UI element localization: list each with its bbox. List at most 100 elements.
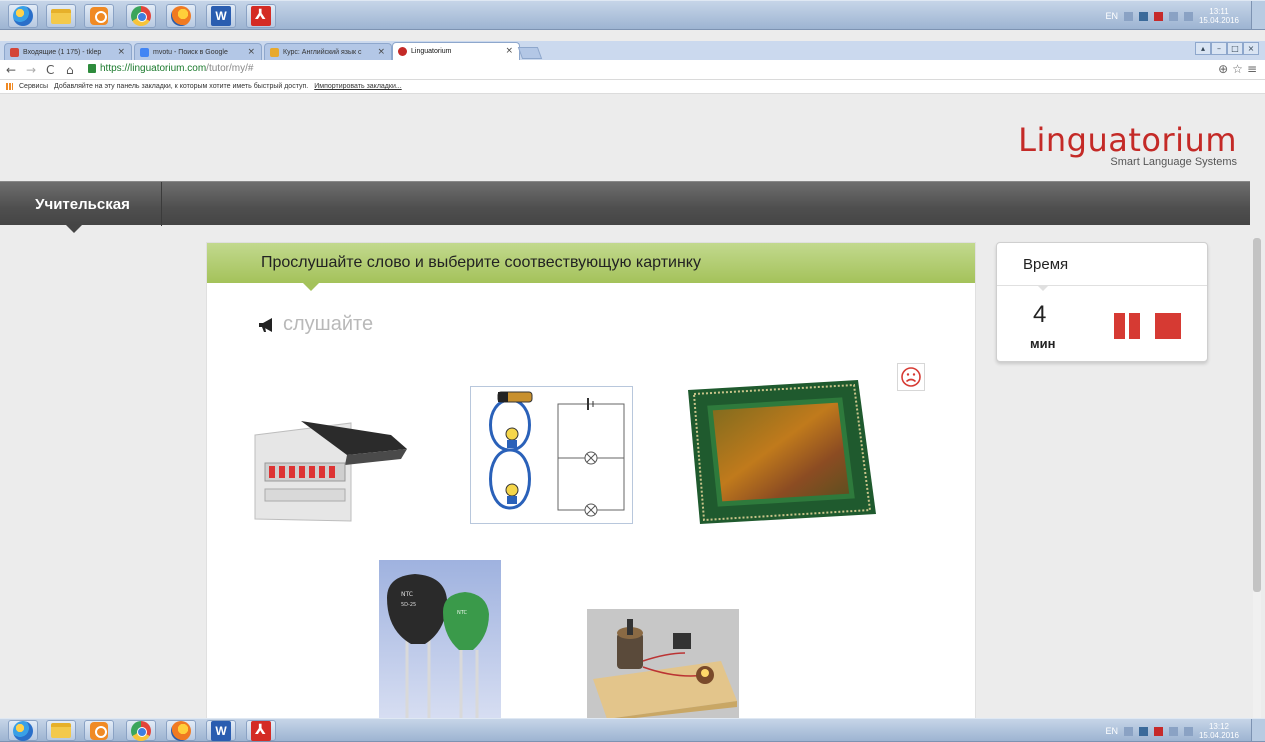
browser-tabstrip: Входящие (1 175) - tklep × mvotu - Поиск…	[0, 41, 1265, 60]
timer-title: Время	[997, 243, 1207, 291]
timer-unit: мин	[1030, 336, 1056, 351]
reload-icon[interactable]: C	[46, 63, 54, 77]
toolbar-right: ⊕ ☆ ≡	[1218, 62, 1257, 76]
nav-item-teachers-room[interactable]: Учительская	[4, 182, 162, 226]
tray-app-icon[interactable]	[1138, 11, 1148, 21]
media-player-icon	[90, 721, 108, 740]
taskbar-firefox-button[interactable]	[166, 720, 196, 741]
maximize-icon[interactable]: □	[1227, 42, 1243, 55]
page-scrollbar[interactable]	[1253, 238, 1261, 718]
tab-close-icon[interactable]: ×	[117, 47, 125, 57]
forward-icon[interactable]: →	[26, 63, 36, 77]
bookmark-star-icon[interactable]: ☆	[1232, 62, 1243, 76]
taskbar-word-button[interactable]: W	[206, 720, 236, 741]
acrobat-icon	[251, 720, 271, 741]
browser-tab[interactable]: mvotu - Поиск в Google ×	[134, 43, 262, 60]
taskbar-acrobat-button[interactable]	[246, 4, 276, 28]
pause-icon-bar	[1114, 313, 1125, 339]
tray-app-icon[interactable]	[1153, 11, 1163, 21]
thermistor-label-model: 5D-25	[401, 602, 416, 608]
tab-title: mvotu - Поиск в Google	[153, 48, 228, 56]
chrome-icon	[131, 6, 151, 26]
apps-grid-icon[interactable]	[6, 83, 13, 90]
bookmarks-bar: Сервисы Добавляйте на эту панель закладк…	[0, 80, 1265, 94]
timer-panel: Время 4 мин	[996, 242, 1208, 362]
network-icon[interactable]	[1168, 726, 1178, 736]
taskbar-media-button[interactable]	[84, 4, 114, 28]
distribution-board-image[interactable]	[251, 415, 411, 527]
volume-icon[interactable]	[1183, 11, 1193, 21]
browser-toolbar: ← → C ⌂ https://linguatorium.com/tutor/m…	[0, 60, 1265, 80]
browser-tab[interactable]: Курс: Английский язык с ×	[264, 43, 392, 60]
acrobat-icon	[251, 6, 271, 26]
listen-button[interactable]: слушайте	[257, 313, 373, 336]
site-logo[interactable]: Linguatorium Smart Language Systems	[1018, 122, 1237, 168]
taskbar-top: W EN 13:11 15.04.2016	[0, 0, 1265, 30]
exercise-instruction: Прослушайте слово и выберите соотвествую…	[207, 243, 975, 291]
tray-app-icon[interactable]	[1138, 726, 1148, 736]
dont-know-button[interactable]	[897, 363, 925, 391]
minimize-icon[interactable]: –	[1211, 42, 1227, 55]
language-indicator[interactable]: EN	[1105, 11, 1118, 21]
language-indicator[interactable]: EN	[1105, 726, 1118, 736]
stop-button[interactable]	[1155, 313, 1181, 339]
circuit-diagram-image[interactable]	[470, 386, 633, 524]
tab-close-icon[interactable]: ×	[377, 47, 385, 57]
volume-icon[interactable]	[1183, 726, 1193, 736]
gmail-icon	[10, 48, 19, 57]
nav-active-pointer	[66, 225, 82, 233]
firefox-icon	[171, 720, 191, 741]
url-path: /tutor/my/#	[206, 63, 254, 74]
tray-app-icon[interactable]	[1153, 726, 1163, 736]
tab-close-icon[interactable]: ×	[247, 47, 255, 57]
import-bookmarks-link[interactable]: Импортировать закладки...	[314, 83, 401, 90]
word-icon: W	[211, 6, 231, 26]
tray-arrow-icon[interactable]	[1123, 726, 1133, 736]
clock-time: 13:11	[1209, 7, 1229, 16]
media-player-icon	[90, 7, 108, 25]
back-icon[interactable]: ←	[6, 63, 16, 77]
tab-close-icon[interactable]: ×	[505, 46, 513, 56]
show-desktop-button[interactable]	[1251, 719, 1265, 741]
new-tab-button[interactable]	[517, 47, 543, 59]
ntc-thermistor-image[interactable]: NTC 5D-25 NTC	[379, 560, 501, 720]
show-desktop-button[interactable]	[1251, 1, 1265, 29]
taskbar-explorer-button[interactable]	[46, 720, 76, 741]
start-button[interactable]	[8, 720, 38, 741]
clock[interactable]: 13:11 15.04.2016	[1199, 7, 1239, 25]
browser-tab[interactable]: Входящие (1 175) - tklep ×	[4, 43, 132, 60]
close-window-icon[interactable]: ×	[1243, 42, 1259, 55]
home-icon[interactable]: ⌂	[66, 63, 74, 77]
zoom-icon[interactable]: ⊕	[1218, 62, 1228, 76]
start-button[interactable]	[8, 4, 38, 28]
network-icon[interactable]	[1168, 11, 1178, 21]
browser-tab-active[interactable]: Linguatorium ×	[392, 42, 520, 60]
megaphone-icon	[259, 317, 272, 332]
menu-icon[interactable]: ≡	[1247, 62, 1257, 76]
taskbar-acrobat-button[interactable]	[246, 720, 276, 741]
tab-title: Linguatorium	[411, 48, 452, 55]
logo-name: Linguatorium	[1018, 121, 1237, 159]
image-sensor-chip-image[interactable]	[682, 376, 880, 526]
tab-title: Курс: Английский язык с	[283, 48, 362, 56]
clock-date: 15.04.2016	[1198, 731, 1239, 740]
window-controls: ▴ – □ ×	[1195, 42, 1259, 55]
apps-link[interactable]: Сервисы	[19, 83, 48, 90]
motor-circuit-model-image[interactable]	[587, 609, 739, 721]
lock-icon	[88, 64, 96, 73]
taskbar-chrome-button[interactable]	[126, 720, 156, 741]
address-bar[interactable]: https://linguatorium.com/tutor/my/#	[88, 63, 253, 74]
system-tray: EN 13:12 15.04.2016	[1105, 722, 1239, 740]
tray-arrow-icon[interactable]	[1123, 11, 1133, 21]
taskbar-firefox-button[interactable]	[166, 4, 196, 28]
url-host: https://linguatorium.com	[100, 63, 207, 74]
user-icon[interactable]: ▴	[1195, 42, 1211, 55]
clock[interactable]: 13:12 15.04.2016	[1199, 722, 1239, 740]
taskbar-word-button[interactable]: W	[206, 4, 236, 28]
taskbar-chrome-button[interactable]	[126, 4, 156, 28]
pause-button[interactable]	[1114, 313, 1140, 339]
google-icon	[140, 48, 149, 57]
taskbar-media-button[interactable]	[84, 720, 114, 741]
scrollbar-thumb[interactable]	[1253, 238, 1261, 592]
taskbar-explorer-button[interactable]	[46, 4, 76, 28]
